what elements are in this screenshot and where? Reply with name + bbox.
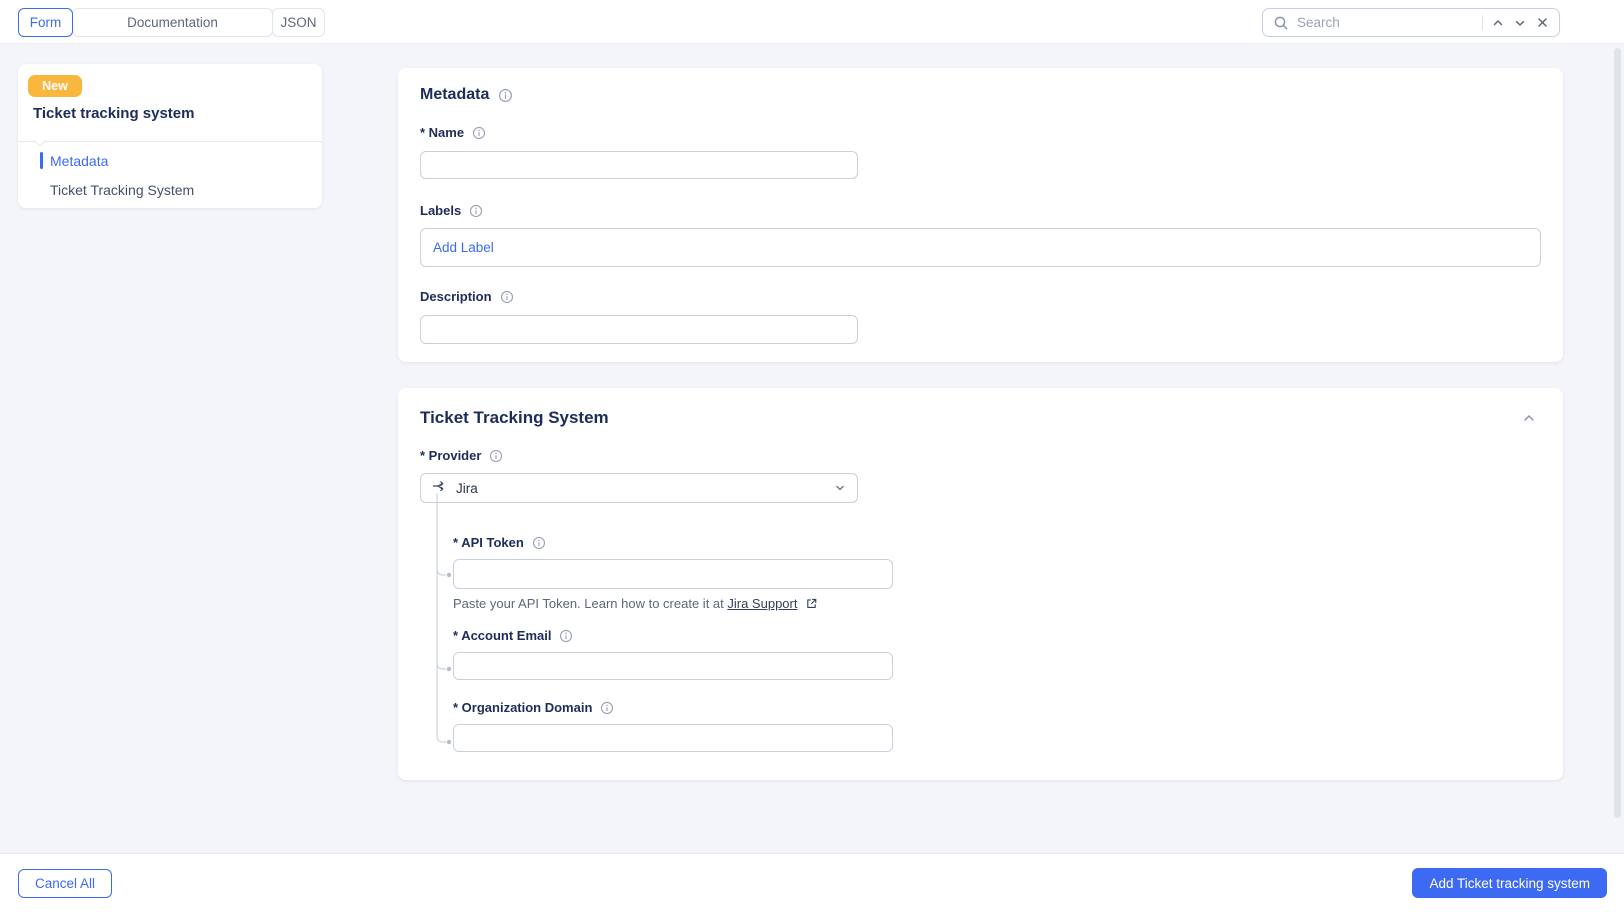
search-prev-button[interactable] bbox=[1487, 12, 1509, 34]
divider-notch bbox=[33, 134, 46, 147]
chevron-up-icon bbox=[1493, 19, 1503, 25]
provider-select[interactable]: Jira bbox=[420, 473, 858, 503]
provider-settings-group: * API Token Paste your API Token. Learn … bbox=[453, 535, 893, 752]
info-icon[interactable] bbox=[500, 290, 514, 304]
search-input[interactable] bbox=[1297, 15, 1478, 30]
external-link-icon bbox=[805, 597, 818, 610]
chevron-down-icon bbox=[833, 481, 847, 495]
organization-domain-field-label: * Organization Domain bbox=[453, 700, 593, 715]
account-email-field-label: * Account Email bbox=[453, 628, 552, 643]
chevron-up-icon bbox=[1524, 415, 1534, 421]
info-icon[interactable] bbox=[498, 88, 513, 103]
search-box bbox=[1262, 8, 1560, 37]
tab-form[interactable]: Form bbox=[18, 8, 73, 37]
info-icon[interactable] bbox=[469, 204, 483, 218]
new-badge: New bbox=[28, 75, 82, 97]
info-icon[interactable] bbox=[489, 449, 503, 463]
close-icon bbox=[1537, 18, 1547, 27]
tab-json[interactable]: JSON bbox=[272, 8, 325, 37]
tab-documentation[interactable]: Documentation bbox=[72, 8, 273, 37]
info-icon[interactable] bbox=[600, 701, 614, 715]
search-icon bbox=[1273, 15, 1289, 31]
api-token-input[interactable] bbox=[453, 559, 893, 589]
add-label-button[interactable]: Add Label bbox=[433, 240, 494, 255]
add-ticket-tracking-system-button[interactable]: Add Ticket tracking system bbox=[1412, 868, 1607, 898]
labels-field-label: Labels bbox=[420, 203, 462, 218]
info-icon[interactable] bbox=[559, 629, 573, 643]
api-token-helper-text: Paste your API Token. Learn how to creat… bbox=[453, 596, 893, 611]
view-tabs: Form Documentation JSON bbox=[18, 8, 325, 37]
chevron-down-icon bbox=[1515, 20, 1525, 26]
jira-support-link[interactable]: Jira Support bbox=[727, 596, 797, 611]
name-field-label: * Name bbox=[420, 125, 465, 140]
cancel-all-button[interactable]: Cancel All bbox=[18, 869, 113, 898]
top-bar: Form Documentation JSON bbox=[0, 0, 1624, 44]
helper-text: Paste your API Token. Learn how to creat… bbox=[453, 596, 728, 611]
provider-field-label: * Provider bbox=[420, 448, 482, 463]
sidebar-item-metadata[interactable]: Metadata bbox=[18, 146, 322, 175]
labels-container: Add Label bbox=[420, 228, 1541, 267]
account-email-input[interactable] bbox=[453, 652, 893, 680]
description-field-label: Description bbox=[420, 289, 492, 304]
search-divider bbox=[1482, 15, 1483, 30]
provider-selected-value: Jira bbox=[456, 480, 478, 496]
info-icon[interactable] bbox=[472, 126, 486, 140]
ticket-tracking-system-card: Ticket Tracking System * Provider Jira *… bbox=[398, 388, 1563, 780]
search-close-button[interactable] bbox=[1531, 12, 1553, 34]
api-token-field-label: * API Token bbox=[453, 535, 524, 550]
metadata-card: Metadata * Name Labels Add Label Descrip… bbox=[398, 68, 1563, 362]
ticket-tracking-system-card-title: Ticket Tracking System bbox=[420, 408, 609, 427]
section-nav: Metadata Ticket Tracking System bbox=[18, 146, 322, 204]
metadata-card-title: Metadata bbox=[420, 86, 490, 103]
info-icon[interactable] bbox=[532, 536, 546, 550]
sidebar-item-ticket-tracking-system[interactable]: Ticket Tracking System bbox=[18, 175, 322, 204]
collapse-section-button[interactable] bbox=[1517, 406, 1541, 430]
sidebar-title: Ticket tracking system bbox=[33, 105, 195, 122]
vertical-scrollbar[interactable] bbox=[1614, 48, 1621, 818]
sidebar-divider bbox=[18, 134, 322, 147]
description-input[interactable] bbox=[420, 315, 858, 344]
organization-domain-input[interactable] bbox=[453, 724, 893, 752]
sidebar-panel: New Ticket tracking system Metadata Tick… bbox=[18, 64, 322, 208]
footer-bar: Cancel All Add Ticket tracking system bbox=[0, 853, 1624, 912]
name-input[interactable] bbox=[420, 151, 858, 179]
search-next-button[interactable] bbox=[1509, 12, 1531, 34]
page: Form Documentation JSON Search New Ticke… bbox=[0, 0, 1624, 912]
